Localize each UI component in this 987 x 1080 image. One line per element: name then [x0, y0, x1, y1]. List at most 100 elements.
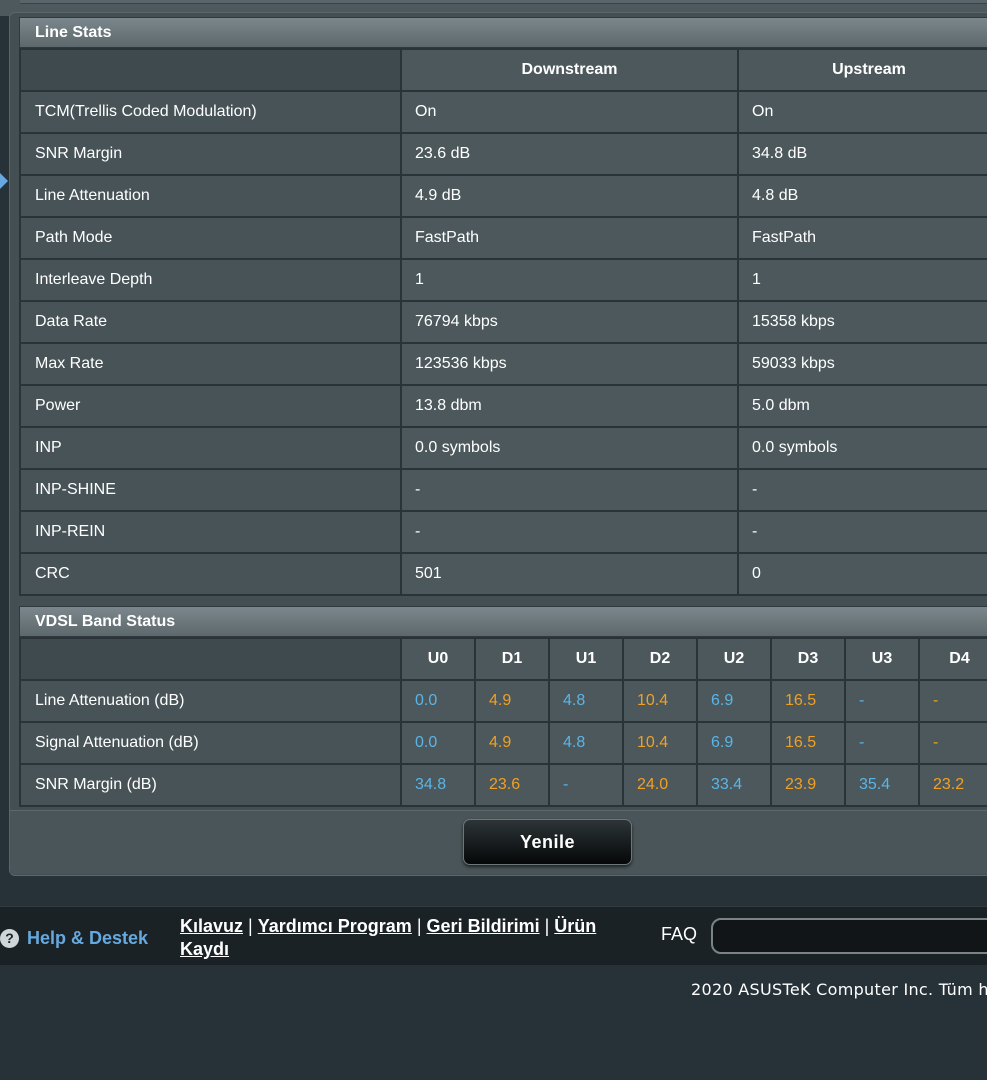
upstream-value: FastPath	[737, 216, 987, 260]
refresh-button[interactable]: Yenile	[463, 819, 632, 865]
band-header-d4: D4	[918, 637, 987, 681]
line-stats-header-row: Downstream Upstream	[19, 48, 987, 92]
band-value-d1: 4.9	[474, 721, 550, 765]
downstream-value: 123536 kbps	[400, 342, 739, 386]
downstream-value: 501	[400, 552, 739, 596]
faq-search-input[interactable]	[711, 918, 987, 954]
line-stats-row: INP-SHINE - -	[19, 468, 987, 512]
band-row-label: Line Attenuation (dB)	[19, 679, 402, 723]
line-stats-row: CRC 501 0	[19, 552, 987, 596]
band-row: Line Attenuation (dB) 0.0 4.9 4.8 10.4 6.9 16.…	[19, 679, 987, 723]
band-header-u0: U0	[400, 637, 476, 681]
band-value-d2: 10.4	[622, 721, 698, 765]
upstream-value: 1	[737, 258, 987, 302]
link-manual[interactable]: Kılavuz	[180, 916, 243, 936]
upstream-value: -	[737, 510, 987, 554]
help-support[interactable]: ? Help & Destek	[0, 924, 148, 952]
band-value-d4: 23.2	[918, 763, 987, 807]
upstream-value: 34.8 dB	[737, 132, 987, 176]
downstream-value: 0.0 symbols	[400, 426, 739, 470]
copyright-text: 2020 ASUSTeK Computer Inc. Tüm ha	[691, 980, 987, 999]
link-utility[interactable]: Yardımcı Program	[258, 916, 412, 936]
column-header-downstream: Downstream	[400, 48, 739, 92]
upstream-value: 0.0 symbols	[737, 426, 987, 470]
band-header-d2: D2	[622, 637, 698, 681]
downstream-value: FastPath	[400, 216, 739, 260]
line-stats-section: Line Stats Downstream Upstream TCM(Trell…	[19, 17, 987, 596]
band-value-d4: -	[918, 721, 987, 765]
band-value-u2: 6.9	[696, 721, 772, 765]
upstream-value: -	[737, 468, 987, 512]
top-strip-edge	[20, 0, 987, 4]
band-value-d3: 23.9	[770, 763, 846, 807]
band-value-u2: 6.9	[696, 679, 772, 723]
band-value-u2: 33.4	[696, 763, 772, 807]
downstream-value: -	[400, 468, 739, 512]
band-row-label: Signal Attenuation (dB)	[19, 721, 402, 765]
band-value-d2: 24.0	[622, 763, 698, 807]
row-label: SNR Margin	[19, 132, 402, 176]
line-stats-row: SNR Margin 23.6 dB 34.8 dB	[19, 132, 987, 176]
line-stats-row: INP-REIN - -	[19, 510, 987, 554]
downstream-value: 23.6 dB	[400, 132, 739, 176]
vdsl-band-status-title: VDSL Band Status	[19, 606, 987, 637]
line-stats-title: Line Stats	[19, 17, 987, 48]
downstream-value: 4.9 dB	[400, 174, 739, 218]
band-value-u0: 0.0	[400, 721, 476, 765]
row-label: INP	[19, 426, 402, 470]
band-row-label: SNR Margin (dB)	[19, 763, 402, 807]
link-separator: |	[248, 916, 253, 936]
band-value-u3: 35.4	[844, 763, 920, 807]
upstream-value: 15358 kbps	[737, 300, 987, 344]
band-header-d3: D3	[770, 637, 846, 681]
line-stats-table: Downstream Upstream TCM(Trellis Coded Mo…	[19, 48, 987, 596]
downstream-value: 1	[400, 258, 739, 302]
band-header-d1: D1	[474, 637, 550, 681]
band-header-label	[19, 637, 402, 681]
band-value-u1: -	[548, 763, 624, 807]
menu-pointer-icon	[0, 173, 8, 189]
line-stats-row: Max Rate 123536 kbps 59033 kbps	[19, 342, 987, 386]
line-stats-row: INP 0.0 symbols 0.0 symbols	[19, 426, 987, 470]
row-label: Max Rate	[19, 342, 402, 386]
band-row: Signal Attenuation (dB) 0.0 4.9 4.8 10.4 6.9 1…	[19, 721, 987, 765]
vdsl-band-body: U0 D1 U1 D2 U2 D3 U3 D4 Line Attenuation (dB) 0.…	[19, 637, 987, 807]
band-value-u0: 34.8	[400, 763, 476, 807]
band-value-d3: 16.5	[770, 679, 846, 723]
row-label: Path Mode	[19, 216, 402, 260]
question-circle-icon: ?	[0, 928, 19, 948]
column-header-upstream: Upstream	[737, 48, 987, 92]
band-value-d1: 23.6	[474, 763, 550, 807]
line-stats-row: Line Attenuation 4.9 dB 4.8 dB	[19, 174, 987, 218]
band-value-u1: 4.8	[548, 721, 624, 765]
band-value-d1: 4.9	[474, 679, 550, 723]
downstream-value: -	[400, 510, 739, 554]
downstream-value: On	[400, 90, 739, 134]
vdsl-band-table: U0 D1 U1 D2 U2 D3 U3 D4 Line Attenuation (dB) 0.…	[19, 637, 987, 807]
upstream-value: 4.8 dB	[737, 174, 987, 218]
link-separator: |	[544, 916, 550, 936]
band-row: SNR Margin (dB) 34.8 23.6-24.0 33.4 23.9 35.4…	[19, 763, 987, 807]
band-value-u3: -	[844, 679, 920, 723]
row-label: Line Attenuation	[19, 174, 402, 218]
vdsl-band-header-row: U0 D1 U1 D2 U2 D3 U3 D4	[19, 637, 987, 681]
row-label: TCM(Trellis Coded Modulation)	[19, 90, 402, 134]
upstream-value: 5.0 dbm	[737, 384, 987, 428]
band-value-d4: -	[918, 679, 987, 723]
link-feedback[interactable]: Geri Bildirimi	[427, 916, 540, 936]
band-header-u3: U3	[844, 637, 920, 681]
footer-links: Kılavuz | Yardımcı Program | Geri Bildir…	[180, 915, 630, 961]
upstream-value: 0	[737, 552, 987, 596]
link-separator: |	[416, 916, 422, 936]
band-value-u0: 0.0	[400, 679, 476, 723]
band-header-u1: U1	[548, 637, 624, 681]
row-label: INP-REIN	[19, 510, 402, 554]
line-stats-row: Power 13.8 dbm 5.0 dbm	[19, 384, 987, 428]
downstream-value: 76794 kbps	[400, 300, 739, 344]
row-label: CRC	[19, 552, 402, 596]
upstream-value: 59033 kbps	[737, 342, 987, 386]
vdsl-band-status-section: VDSL Band Status U0 D1 U1 D2 U2 D3 U3 D4 Line A…	[19, 606, 987, 807]
band-value-d3: 16.5	[770, 721, 846, 765]
downstream-value: 13.8 dbm	[400, 384, 739, 428]
band-value-d2: 10.4	[622, 679, 698, 723]
